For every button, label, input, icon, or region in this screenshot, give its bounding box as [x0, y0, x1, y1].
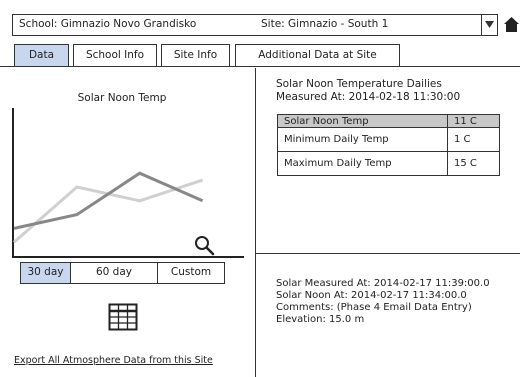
elevation-text: Elevation: 15.0 m [276, 314, 365, 325]
school-label: School: Gimnazio Novo Grandisko [19, 18, 197, 30]
school-site-selector[interactable]: School: Gimnazio Novo Grandisko Site: Gi… [12, 14, 498, 36]
comments-text: Comments: (Phase 4 Email Data Entry) [276, 302, 472, 313]
tab-site-info[interactable]: Site Info [161, 44, 230, 66]
chevron-down-icon [485, 21, 494, 28]
tab-divider [0, 66, 520, 67]
table-row: Maximum Daily Temp 15 C [277, 151, 500, 176]
table-row: Minimum Daily Temp 1 C [277, 127, 500, 152]
measurement-info: Solar Measured At: 2014-02-17 11:39:00.0… [276, 278, 490, 326]
table-row: Solar Noon Temp 11 C [277, 114, 500, 128]
row-label: Minimum Daily Temp [277, 127, 448, 152]
range-60-day-button[interactable]: 60 day [70, 262, 158, 284]
row-label: Solar Noon Temp [277, 114, 448, 128]
solar-noon-text: Solar Noon At: 2014-02-17 11:34:00.0 [276, 290, 467, 301]
range-custom-button[interactable]: Custom [157, 262, 225, 284]
dropdown-button[interactable] [481, 15, 497, 35]
home-icon[interactable] [503, 16, 520, 34]
details-measured-at: Measured At: 2014-02-18 11:30:00 [276, 91, 461, 103]
solar-measured-text: Solar Measured At: 2014-02-17 11:39:00.0 [276, 278, 490, 289]
row-label: Maximum Daily Temp [277, 151, 448, 176]
tab-additional-data[interactable]: Additional Data at Site [235, 44, 400, 66]
temperature-table: Solar Noon Temp 11 C Minimum Daily Temp … [277, 114, 500, 176]
row-value: 15 C [447, 151, 500, 176]
range-30-day-button[interactable]: 30 day [20, 262, 71, 284]
magnifier-icon[interactable] [192, 234, 216, 258]
site-label: Site: Gimnazio - South 1 [261, 18, 389, 30]
details-title: Solar Noon Temperature Dailies [276, 78, 442, 90]
row-value: 1 C [447, 127, 500, 152]
chart-title: Solar Noon Temp [77, 92, 167, 104]
chart-series-line-1 [13, 171, 204, 230]
table-icon[interactable] [108, 303, 138, 331]
row-value: 11 C [447, 114, 500, 128]
tab-data[interactable]: Data [14, 44, 69, 66]
tab-school-info[interactable]: School Info [73, 44, 157, 66]
export-atmosphere-data-link[interactable]: Export All Atmosphere Data from this Sit… [14, 355, 213, 366]
